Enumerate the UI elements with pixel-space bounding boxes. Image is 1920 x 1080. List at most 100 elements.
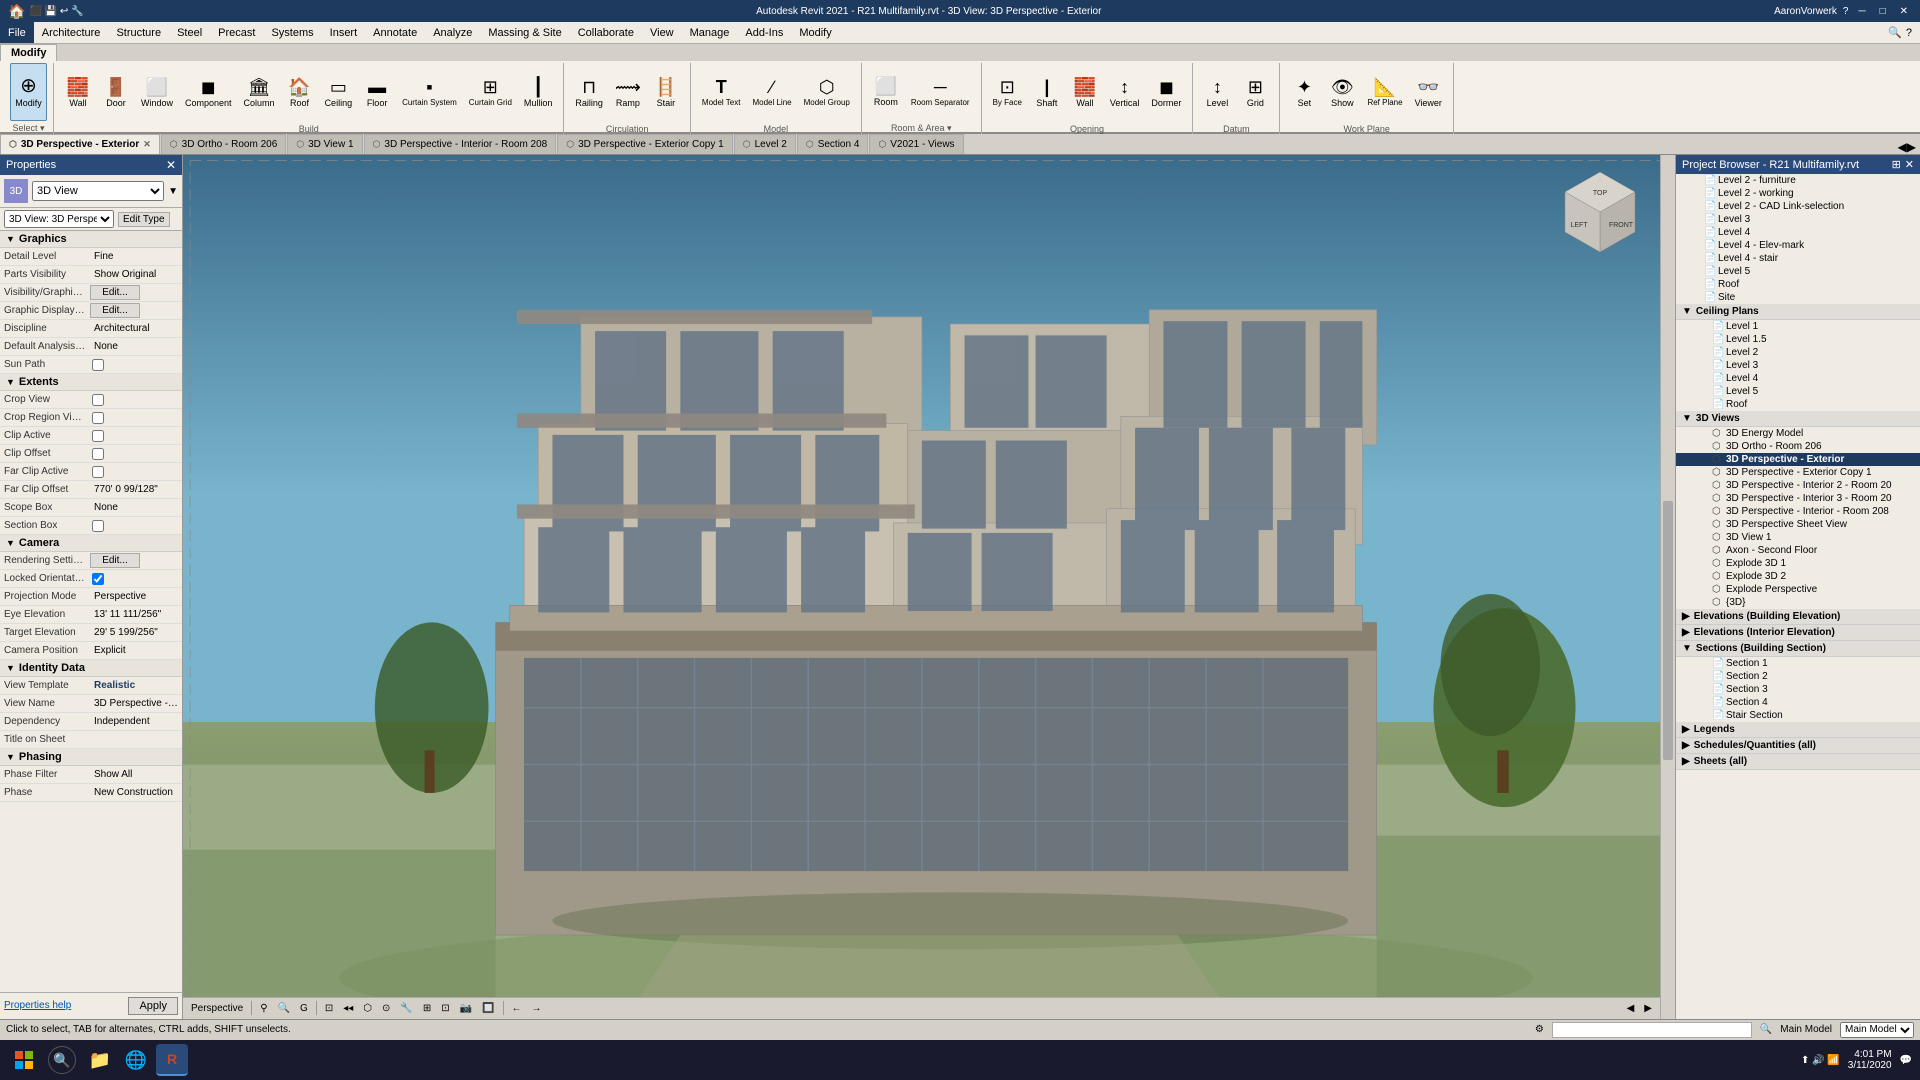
properties-help-link[interactable]: Properties help xyxy=(4,1000,71,1011)
vp-nav1[interactable]: ⊡ xyxy=(321,1001,337,1016)
vp-perspective-btn[interactable]: Perspective xyxy=(187,1001,247,1016)
tab-3d-view1[interactable]: ⬡ 3D View 1 xyxy=(287,134,362,154)
pb-node-roof1[interactable]: 📄 Roof xyxy=(1676,278,1920,291)
pb-section-sections-building[interactable]: ▼ Sections (Building Section) xyxy=(1676,641,1920,657)
ribbon-btn-ceiling[interactable]: ▭ Ceiling xyxy=(320,64,358,122)
tab-3d-perspective-exterior[interactable]: ⬡ 3D Perspective - Exterior ✕ xyxy=(0,134,160,154)
minimize-btn[interactable]: ─ xyxy=(1854,6,1869,17)
section-header-camera[interactable]: ▼ Camera xyxy=(0,535,182,552)
taskbar-app-explorer[interactable]: 📁 xyxy=(84,1044,116,1076)
pb-node-explode-perspective[interactable]: ⬡ Explode Perspective xyxy=(1676,583,1920,596)
ribbon-btn-curtainsystem[interactable]: ▪ Curtain System xyxy=(397,64,462,122)
ribbon-btn-modeltext[interactable]: T Model Text xyxy=(697,64,746,122)
vp-g-btn[interactable]: G xyxy=(296,1001,312,1016)
pb-expand-icon[interactable]: ⊞ xyxy=(1892,158,1901,171)
prop-value-visibility-graphics[interactable]: Edit... xyxy=(90,285,140,300)
pb-node-3d-perspective-int3[interactable]: ⬡ 3D Perspective - Interior 3 - Room 20 xyxy=(1676,492,1920,505)
ribbon-btn-component[interactable]: ◼ Component xyxy=(180,64,237,122)
maximize-btn[interactable]: □ xyxy=(1876,6,1890,17)
pb-node-level4a[interactable]: 📄 Level 4 xyxy=(1676,226,1920,239)
section-header-phasing[interactable]: ▼ Phasing xyxy=(0,749,182,766)
pb-node-3d-perspective-int-208[interactable]: ⬡ 3D Perspective - Interior - Room 208 xyxy=(1676,505,1920,518)
ribbon-btn-mullion[interactable]: ┃ Mullion xyxy=(519,64,558,122)
taskbar-start-btn[interactable] xyxy=(8,1044,40,1076)
pb-node-3d-energy[interactable]: ⬡ 3D Energy Model xyxy=(1676,427,1920,440)
vp-next-btn[interactable]: → xyxy=(528,1001,546,1016)
pb-node-site[interactable]: 📄 Site xyxy=(1676,291,1920,304)
pb-node-3d-perspective-exterior-copy1[interactable]: ⬡ 3D Perspective - Exterior Copy 1 xyxy=(1676,466,1920,479)
pb-node-stair-section[interactable]: 📄 Stair Section xyxy=(1676,709,1920,722)
pb-node-3d-default[interactable]: ⬡ {3D} xyxy=(1676,596,1920,609)
ribbon-btn-level[interactable]: ↕ Level xyxy=(1199,64,1235,122)
menu-systems[interactable]: Systems xyxy=(263,22,321,43)
tab-close-3d-perspective-exterior[interactable]: ✕ xyxy=(143,139,151,150)
ribbon-btn-wallopen[interactable]: 🧱 Wall xyxy=(1067,64,1103,122)
ribbon-btn-stair[interactable]: 🪜 Stair xyxy=(648,64,684,122)
prop-checkbox-far-clip-active[interactable] xyxy=(92,466,104,478)
properties-close-btn[interactable]: ✕ xyxy=(166,158,176,172)
vp-scroll-right[interactable]: ▶ xyxy=(1640,1001,1656,1016)
tab-3d-perspective-exterior-copy1[interactable]: ⬡ 3D Perspective - Exterior Copy 1 xyxy=(557,134,732,154)
vp-nav2[interactable]: ◂◂ xyxy=(339,1001,357,1016)
vp-nav5[interactable]: 🔧 xyxy=(396,1001,416,1016)
ribbon-btn-refplane[interactable]: 📐 Ref Plane xyxy=(1362,64,1407,122)
ribbon-btn-room[interactable]: ⬜ Room xyxy=(868,63,904,121)
view-selector-arrow[interactable]: ▼ xyxy=(168,186,178,197)
pb-node-3d-perspective-int2[interactable]: ⬡ 3D Perspective - Interior 2 - Room 20 xyxy=(1676,479,1920,492)
prop-value-graphic-display[interactable]: Edit... xyxy=(90,303,140,318)
nav-cube[interactable]: TOP FRONT LEFT xyxy=(1555,167,1645,257)
pb-node-ceiling-level5[interactable]: 📄 Level 5 xyxy=(1676,385,1920,398)
vp-zoom-btn[interactable]: 🔍 xyxy=(274,1001,294,1016)
vp-nav7[interactable]: ⊡ xyxy=(437,1001,453,1016)
prop-value-rendering-settings[interactable]: Edit... xyxy=(90,553,140,568)
section-header-identity-data[interactable]: ▼ Identity Data xyxy=(0,660,182,677)
section-header-graphics[interactable]: ▼ Graphics xyxy=(0,231,182,248)
menu-architecture[interactable]: Architecture xyxy=(34,22,109,43)
pb-section-schedules[interactable]: ▶ Schedules/Quantities (all) xyxy=(1676,738,1920,754)
tab-scroll-right[interactable]: ▶ xyxy=(1907,140,1916,154)
ribbon-btn-ramp[interactable]: ⟿ Ramp xyxy=(610,64,646,122)
menu-precast[interactable]: Precast xyxy=(210,22,263,43)
ribbon-btn-roof[interactable]: 🏠 Roof xyxy=(282,64,318,122)
ribbon-btn-shaft[interactable]: | Shaft xyxy=(1029,64,1065,122)
pb-node-explode-3d1[interactable]: ⬡ Explode 3D 1 xyxy=(1676,557,1920,570)
menu-structure[interactable]: Structure xyxy=(108,22,169,43)
menu-addins[interactable]: Add-Ins xyxy=(737,22,791,43)
taskbar-notification[interactable]: 💬 xyxy=(1900,1055,1912,1066)
pb-section-ceiling-plans[interactable]: ▼ Ceiling Plans xyxy=(1676,304,1920,320)
pb-node-explode-3d2[interactable]: ⬡ Explode 3D 2 xyxy=(1676,570,1920,583)
ribbon-btn-byface[interactable]: ⊡ By Face xyxy=(988,64,1027,122)
prop-checkbox-locked-orientation[interactable] xyxy=(92,573,104,585)
ribbon-btn-viewer[interactable]: 👓 Viewer xyxy=(1410,64,1447,122)
ribbon-btn-wall[interactable]: 🧱 Wall xyxy=(60,64,96,122)
pb-close-icon[interactable]: ✕ xyxy=(1905,158,1914,171)
menu-view[interactable]: View xyxy=(642,22,682,43)
search-icon[interactable]: 🔍 xyxy=(1888,26,1902,39)
tab-level2[interactable]: ⬡ Level 2 xyxy=(734,134,796,154)
menu-annotate[interactable]: Annotate xyxy=(365,22,425,43)
menu-insert[interactable]: Insert xyxy=(322,22,366,43)
pb-node-ceiling-level1[interactable]: 📄 Level 1 xyxy=(1676,320,1920,333)
status-model-select[interactable]: Main Model xyxy=(1840,1022,1914,1038)
vp-nav6[interactable]: ⊞ xyxy=(419,1001,435,1016)
pb-node-3d-view1[interactable]: ⬡ 3D View 1 xyxy=(1676,531,1920,544)
close-btn[interactable]: ✕ xyxy=(1896,6,1912,17)
pb-node-level4-stair[interactable]: 📄 Level 4 - stair xyxy=(1676,252,1920,265)
prop-checkbox-crop-view[interactable] xyxy=(92,394,104,406)
pb-node-3d-perspective-sheet[interactable]: ⬡ 3D Perspective Sheet View xyxy=(1676,518,1920,531)
status-icon1[interactable]: ⚙ xyxy=(1535,1024,1544,1035)
view-type-dropdown[interactable]: 3D View xyxy=(32,181,164,201)
pb-node-section4[interactable]: 📄 Section 4 xyxy=(1676,696,1920,709)
tab-v2021-views[interactable]: ⬡ V2021 - Views xyxy=(869,134,963,154)
pb-node-3d-ortho-206[interactable]: ⬡ 3D Ortho - Room 206 xyxy=(1676,440,1920,453)
pb-node-ceiling-level3[interactable]: 📄 Level 3 xyxy=(1676,359,1920,372)
tab-3d-ortho-room206[interactable]: ⬡ 3D Ortho - Room 206 xyxy=(161,134,286,154)
pb-section-legends[interactable]: ▶ Legends xyxy=(1676,722,1920,738)
menu-manage[interactable]: Manage xyxy=(682,22,738,43)
pb-node-level2-cad[interactable]: 📄 Level 2 - CAD Link-selection xyxy=(1676,200,1920,213)
tab-scroll-left[interactable]: ◀ xyxy=(1898,140,1907,154)
taskbar-app-revit[interactable]: R xyxy=(156,1044,188,1076)
prop-checkbox-clip-active[interactable] xyxy=(92,430,104,442)
menu-massing[interactable]: Massing & Site xyxy=(480,22,569,43)
menu-steel[interactable]: Steel xyxy=(169,22,210,43)
